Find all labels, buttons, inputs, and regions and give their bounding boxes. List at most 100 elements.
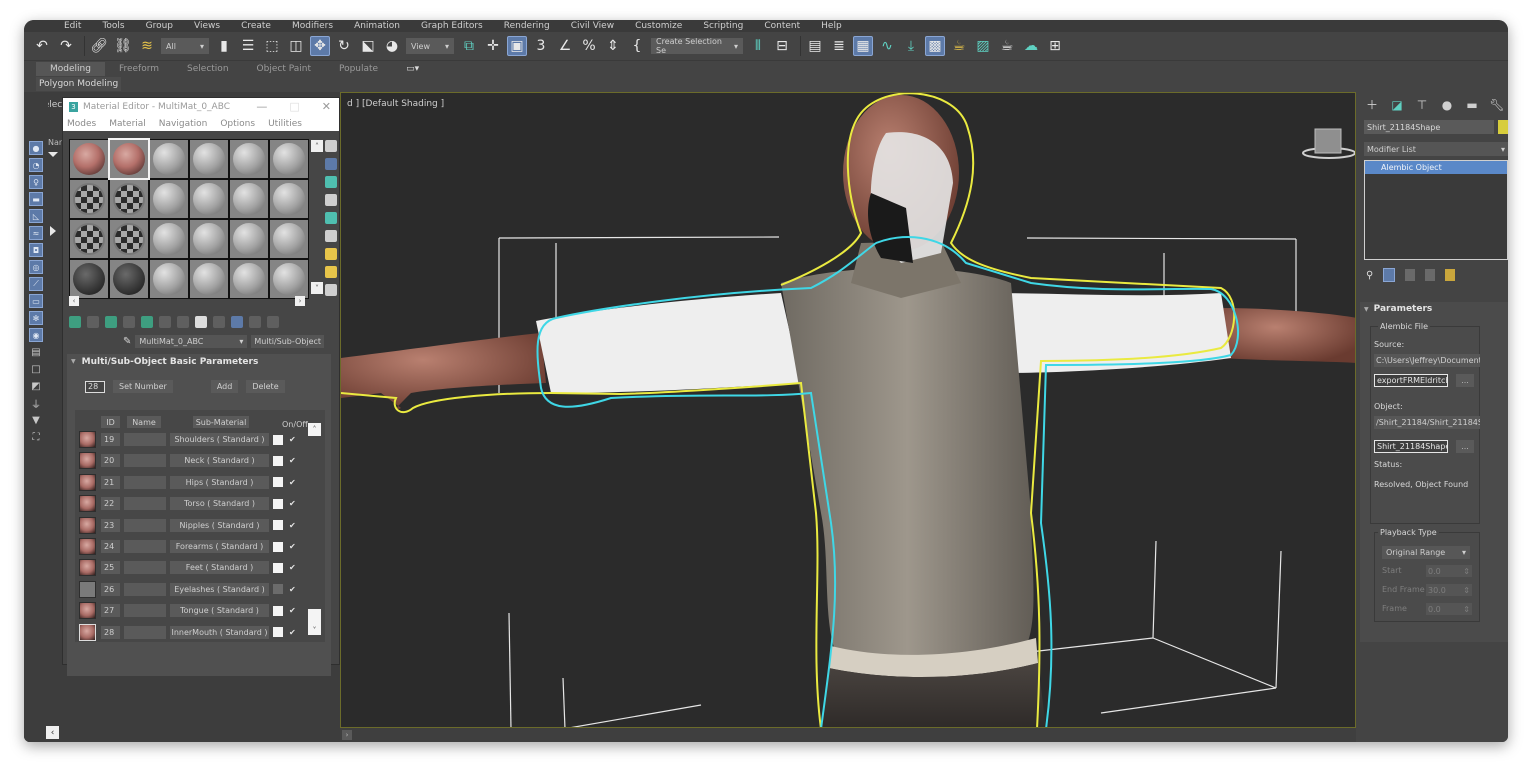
sample-slot[interactable] xyxy=(230,220,268,258)
sample-slot[interactable] xyxy=(110,180,148,218)
motion-tab-icon[interactable]: ● xyxy=(1439,98,1455,112)
render-setup-icon[interactable]: ☕︎ xyxy=(949,36,969,56)
sub-material-swatch[interactable] xyxy=(79,623,96,641)
display-cameras-icon[interactable]: ▬ xyxy=(29,192,43,206)
sub-material-name-field[interactable] xyxy=(124,540,166,553)
scale-icon[interactable]: ⬕ xyxy=(358,36,378,56)
sub-material-name-field[interactable] xyxy=(124,561,166,575)
sample-slot[interactable] xyxy=(190,260,228,298)
select-by-name-icon[interactable]: ☰ xyxy=(238,36,258,56)
snaps-toggle-icon[interactable]: 3 xyxy=(531,36,551,56)
on-off-checkbox[interactable]: ✔ xyxy=(289,435,296,444)
sub-material-button[interactable]: Nipples ( Standard ) xyxy=(170,518,269,532)
minimize-icon[interactable]: — xyxy=(256,100,267,113)
menu-views[interactable]: Views xyxy=(194,21,220,31)
slots-scroll-right-button[interactable]: › xyxy=(295,296,305,306)
rollout-header[interactable]: ▼ Multi/Sub-Object Basic Parameters xyxy=(67,354,331,369)
display-frozen-icon[interactable]: ◉ xyxy=(29,328,43,342)
on-off-checkbox[interactable]: ✔ xyxy=(289,521,296,530)
menu-edit[interactable]: Edit xyxy=(64,21,81,31)
display-particles-icon[interactable]: ✻ xyxy=(29,311,43,325)
sample-slot[interactable] xyxy=(70,260,108,298)
put-material-to-scene-icon[interactable] xyxy=(87,316,99,328)
sub-material-name-field[interactable] xyxy=(124,497,166,511)
show-end-result-icon[interactable] xyxy=(231,316,243,328)
table-scroll-down-button[interactable]: ˅ xyxy=(308,609,321,635)
curve-editor-icon[interactable]: ∿ xyxy=(877,36,897,56)
object-color-swatch[interactable] xyxy=(1498,120,1508,134)
on-off-checkbox[interactable]: ✔ xyxy=(289,499,296,508)
material-id-field[interactable]: 28 xyxy=(101,625,120,639)
put-to-library-icon[interactable] xyxy=(177,316,189,328)
menu-group[interactable]: Group xyxy=(146,21,173,31)
menu-rendering[interactable]: Rendering xyxy=(504,21,550,31)
rendered-frame-window-icon[interactable]: ▨ xyxy=(973,36,993,56)
schematic-view-icon[interactable]: ⤓ xyxy=(901,36,921,56)
modifier-list-dropdown[interactable]: Modifier List ▾ xyxy=(1364,142,1508,156)
select-by-material-icon[interactable] xyxy=(325,266,337,278)
named-selection-dropdown[interactable]: Create Selection Se ▾ xyxy=(651,37,743,55)
sub-material-swatch[interactable] xyxy=(79,602,96,620)
align-icon[interactable]: ⊟ xyxy=(772,36,792,56)
sub-material-name-field[interactable] xyxy=(124,604,166,618)
a360-gallery-icon[interactable]: ⊞ xyxy=(1045,36,1065,56)
sample-slot[interactable] xyxy=(190,180,228,218)
delete-button[interactable]: Delete xyxy=(246,380,285,393)
link-icon[interactable]: 🔗︎ xyxy=(89,36,109,56)
add-button[interactable]: Add xyxy=(210,380,239,393)
sub-material-swatch[interactable] xyxy=(79,580,96,598)
scroll-left-button[interactable]: ‹ xyxy=(46,726,59,739)
sub-material-button[interactable]: Neck ( Standard ) xyxy=(170,454,269,468)
stack-item-alembic-object[interactable]: Alembic Object xyxy=(1365,161,1507,174)
sample-slot[interactable] xyxy=(70,220,108,258)
sub-material-color-swatch[interactable] xyxy=(273,562,283,573)
display-containers-icon[interactable]: ▭ xyxy=(29,294,43,308)
material-type-button[interactable]: Multi/Sub-Object xyxy=(251,335,325,348)
menu-modifiers[interactable]: Modifiers xyxy=(292,21,333,31)
viewcube-icon[interactable] xyxy=(1299,123,1356,163)
sample-slot[interactable] xyxy=(110,260,148,298)
sub-material-name-field[interactable] xyxy=(124,475,166,489)
utilities-tab-icon[interactable]: 🔧︎ xyxy=(1489,98,1505,112)
frame-spinner[interactable]: 0.0 ⇕ xyxy=(1426,603,1472,615)
display-none-icon[interactable]: □ xyxy=(29,362,43,376)
material-id-field[interactable]: 22 xyxy=(101,497,120,511)
keyboard-shortcut-override-icon[interactable]: ▣ xyxy=(507,36,527,56)
tab-populate[interactable]: Populate xyxy=(325,62,392,76)
name-column-header[interactable]: Name xyxy=(127,416,161,428)
menu-tools[interactable]: Tools xyxy=(102,21,124,31)
menu-material[interactable]: Material xyxy=(109,119,146,129)
playback-type-dropdown[interactable]: Original Range ▾ xyxy=(1382,546,1470,559)
selection-filter-dropdown[interactable]: All ▾ xyxy=(161,38,209,54)
display-all-icon[interactable]: ▤ xyxy=(29,345,43,359)
display-xrefs-icon[interactable]: ◎ xyxy=(29,260,43,274)
filter-funnel-icon[interactable]: ▼ xyxy=(29,413,43,427)
sample-slot-active[interactable] xyxy=(108,138,150,180)
move-icon[interactable]: ✥ xyxy=(310,36,330,56)
browse-source-button[interactable]: ... xyxy=(1456,374,1474,387)
sub-material-button[interactable]: Eyelashes ( Standard ) xyxy=(170,582,269,596)
material-id-field[interactable]: 19 xyxy=(101,433,120,446)
go-forward-to-sibling-icon[interactable] xyxy=(267,316,279,328)
sample-slot[interactable] xyxy=(230,180,268,218)
unlink-icon[interactable]: ⛓︎ xyxy=(113,36,133,56)
sub-material-color-swatch[interactable] xyxy=(273,520,283,531)
video-color-check-icon[interactable] xyxy=(325,212,337,224)
backlight-icon[interactable] xyxy=(325,158,337,170)
display-helpers-icon[interactable]: ◺ xyxy=(29,209,43,223)
sub-material-color-swatch[interactable] xyxy=(273,477,283,488)
material-id-field[interactable]: 23 xyxy=(101,518,120,532)
material-editor-icon[interactable]: ▩ xyxy=(925,36,945,56)
material-editor-titlebar[interactable]: 3 Material Editor - MultiMat_0_ABC — □ ✕ xyxy=(63,98,339,116)
menu-navigation[interactable]: Navigation xyxy=(159,119,208,129)
sub-material-swatch[interactable] xyxy=(79,431,96,448)
sub-material-swatch[interactable] xyxy=(79,559,96,577)
sample-slot[interactable] xyxy=(190,220,228,258)
menu-customize[interactable]: Customize xyxy=(635,21,682,31)
on-off-checkbox[interactable]: ✔ xyxy=(289,456,296,465)
sample-uv-tiling-icon[interactable] xyxy=(325,194,337,206)
sample-slot[interactable] xyxy=(150,220,188,258)
material-name-dropdown[interactable]: MultiMat_0_ABC ▾ xyxy=(135,335,248,348)
assign-material-to-selection-icon[interactable] xyxy=(105,316,117,328)
redo-icon[interactable]: ↷ xyxy=(56,36,76,56)
